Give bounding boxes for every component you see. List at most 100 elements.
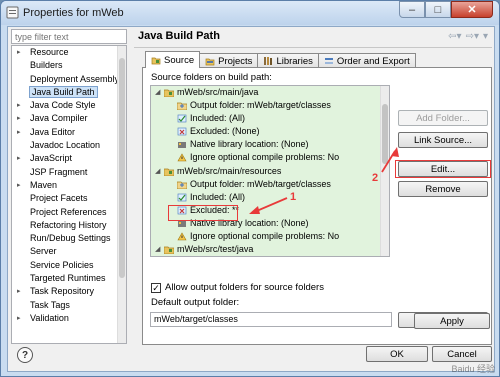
help-icon[interactable]: ?	[17, 347, 33, 363]
source-attribute-row[interactable]: Included: (All)	[151, 112, 389, 125]
maximize-button[interactable]: □	[425, 1, 451, 18]
tab-projects-label: Projects	[218, 55, 253, 67]
tab-projects[interactable]: Projects	[199, 53, 259, 68]
source-folder-row[interactable]: ◢ mWeb/src/main/resources	[151, 165, 389, 178]
apply-button[interactable]: Apply	[414, 313, 490, 329]
property-page-tree: ▸ Resource Builders Deployment Assembly Java…	[11, 45, 127, 344]
source-tree-scrollbar-thumb[interactable]	[382, 104, 388, 164]
projects-tab-icon	[205, 58, 215, 66]
nav-item-label: Validation	[30, 312, 69, 323]
nav-item[interactable]: Deployment Assembly	[12, 73, 126, 86]
tab-order-and-export-label: Order and Export	[336, 55, 410, 67]
expand-arrow-icon[interactable]: ▸	[17, 285, 21, 298]
source-row-label: Native library location: (None)	[190, 139, 309, 150]
tab-libraries[interactable]: Libraries	[257, 53, 319, 68]
expand-arrow-icon[interactable]: ◢	[155, 86, 160, 99]
expand-arrow-icon[interactable]: ▸	[17, 46, 21, 59]
expand-arrow-icon[interactable]: ◢	[155, 243, 160, 256]
nav-item[interactable]: ▸ Validation	[12, 312, 126, 325]
allow-output-checkbox[interactable]: ✓	[151, 282, 161, 293]
source-tab-panel: Source folders on build path: ◢ mWeb/src/…	[142, 67, 492, 345]
source-tree-scrollbar[interactable]	[380, 86, 389, 256]
view-menu-icon[interactable]: ▾	[483, 31, 488, 42]
close-icon: ✕	[467, 4, 477, 16]
nav-item[interactable]: Project Facets	[12, 192, 126, 205]
expand-arrow-icon[interactable]: ▸	[17, 99, 21, 112]
expand-arrow-icon[interactable]: ▸	[17, 112, 21, 125]
source-attribute-row[interactable]: Included: (All)	[151, 191, 389, 204]
expand-arrow-icon[interactable]: ◢	[155, 165, 160, 178]
nav-item[interactable]: Project References	[12, 206, 126, 219]
nav-item[interactable]: ▸ JavaScript	[12, 152, 126, 165]
filter-input[interactable]	[11, 29, 127, 44]
watermark: Baidu 经验	[451, 364, 495, 374]
eclipse-app-icon	[6, 6, 19, 19]
cancel-button[interactable]: Cancel	[432, 346, 492, 362]
ok-button[interactable]: OK	[366, 346, 428, 362]
nav-item-label: Java Code Style	[30, 100, 96, 111]
nav-item-label: JSP Fragment	[30, 166, 88, 177]
nav-item[interactable]: ▸ Task Repository	[12, 285, 126, 298]
nav-item-label: Java Build Path	[29, 85, 98, 98]
expand-arrow-icon[interactable]: ▸	[17, 179, 21, 192]
nav-item-label: Task Tags	[30, 299, 70, 310]
link-source-button[interactable]: Link Source...	[398, 132, 488, 148]
source-row-label: mWeb/src/test/java	[177, 244, 254, 255]
nav-item-label: Java Compiler	[30, 113, 88, 124]
nav-item-label: Resource	[30, 47, 69, 57]
tab-order-and-export[interactable]: Order and Export	[317, 53, 416, 68]
nav-item[interactable]: ▸ Java Compiler	[12, 112, 126, 125]
nav-item[interactable]: ▸ Maven	[12, 179, 126, 192]
minimize-button[interactable]: –	[399, 1, 425, 18]
nav-item[interactable]: ▸ Resource	[12, 46, 126, 59]
nav-item[interactable]: Run/Debug Settings	[12, 232, 126, 245]
ignore-problems-icon	[177, 153, 187, 162]
nav-item[interactable]: Service Policies	[12, 259, 126, 272]
nav-item[interactable]: Javadoc Location	[12, 139, 126, 152]
tab-source[interactable]: Source	[145, 51, 201, 68]
nav-item[interactable]: Refactoring History	[12, 219, 126, 232]
nav-item[interactable]: ▸ Java Code Style	[12, 99, 126, 112]
source-folders-tree[interactable]: ◢ mWeb/src/main/java Output folder: mWeb/t…	[150, 85, 390, 257]
source-attribute-row[interactable]: Output folder: mWeb/target/classes	[151, 178, 389, 191]
allow-output-row[interactable]: ✓ Allow output folders for source folder…	[151, 282, 324, 293]
nav-item[interactable]: Targeted Runtimes	[12, 272, 126, 285]
nav-item-label: Project Facets	[30, 193, 88, 204]
nav-scrollbar-thumb[interactable]	[119, 58, 125, 278]
dialog-client-area: ▸ResourceBuildersDeployment AssemblyJava…	[7, 26, 495, 372]
default-output-field[interactable]: mWeb/target/classes	[150, 312, 392, 327]
excluded-icon	[177, 127, 187, 136]
add-folder-button[interactable]: Add Folder...	[398, 110, 488, 126]
expand-arrow-icon[interactable]: ▸	[17, 312, 21, 325]
nav-item[interactable]: Task Tags	[12, 299, 126, 312]
expand-arrow-icon[interactable]: ▸	[17, 152, 21, 165]
expand-arrow-icon[interactable]: ▸	[17, 126, 21, 139]
nav-item[interactable]: Server	[12, 245, 126, 258]
source-folder-icon	[164, 246, 174, 255]
source-attribute-row[interactable]: Excluded: (None)	[151, 125, 389, 138]
default-output-label: Default output folder:	[151, 297, 240, 308]
source-row-label: Included: (All)	[190, 113, 246, 124]
source-attribute-row[interactable]: Native library location: (None)	[151, 138, 389, 151]
output-folder-icon	[177, 102, 187, 111]
ignore-problems-icon	[177, 232, 187, 241]
nav-item[interactable]: ▸ Java Editor	[12, 126, 126, 139]
nav-item-label: Run/Debug Settings	[30, 233, 111, 244]
nav-item[interactable]: Builders	[12, 59, 126, 72]
nav-scrollbar[interactable]	[117, 46, 126, 343]
remove-button[interactable]: Remove	[398, 181, 488, 197]
source-folder-row[interactable]: ◢ mWeb/src/test/java	[151, 243, 389, 256]
source-folder-row[interactable]: ◢ mWeb/src/main/java	[151, 86, 389, 99]
nav-item[interactable]: Java Build Path	[12, 85, 126, 99]
source-attribute-row[interactable]: Ignore optional compile problems: No	[151, 230, 389, 243]
annotation-number-1: 1	[290, 191, 297, 203]
nav-item[interactable]: JSP Fragment	[12, 166, 126, 179]
libraries-tab-icon	[264, 57, 273, 65]
nav-item-label: Server	[30, 246, 57, 257]
close-button[interactable]: ✕	[451, 1, 493, 18]
back-arrow-icon[interactable]: ⇦▾	[448, 31, 461, 42]
forward-arrow-icon[interactable]: ⇨▾	[466, 31, 479, 42]
maximize-icon: □	[434, 3, 442, 16]
source-attribute-row[interactable]: Output folder: mWeb/target/classes	[151, 99, 389, 112]
source-attribute-row[interactable]: Ignore optional compile problems: No	[151, 151, 389, 164]
